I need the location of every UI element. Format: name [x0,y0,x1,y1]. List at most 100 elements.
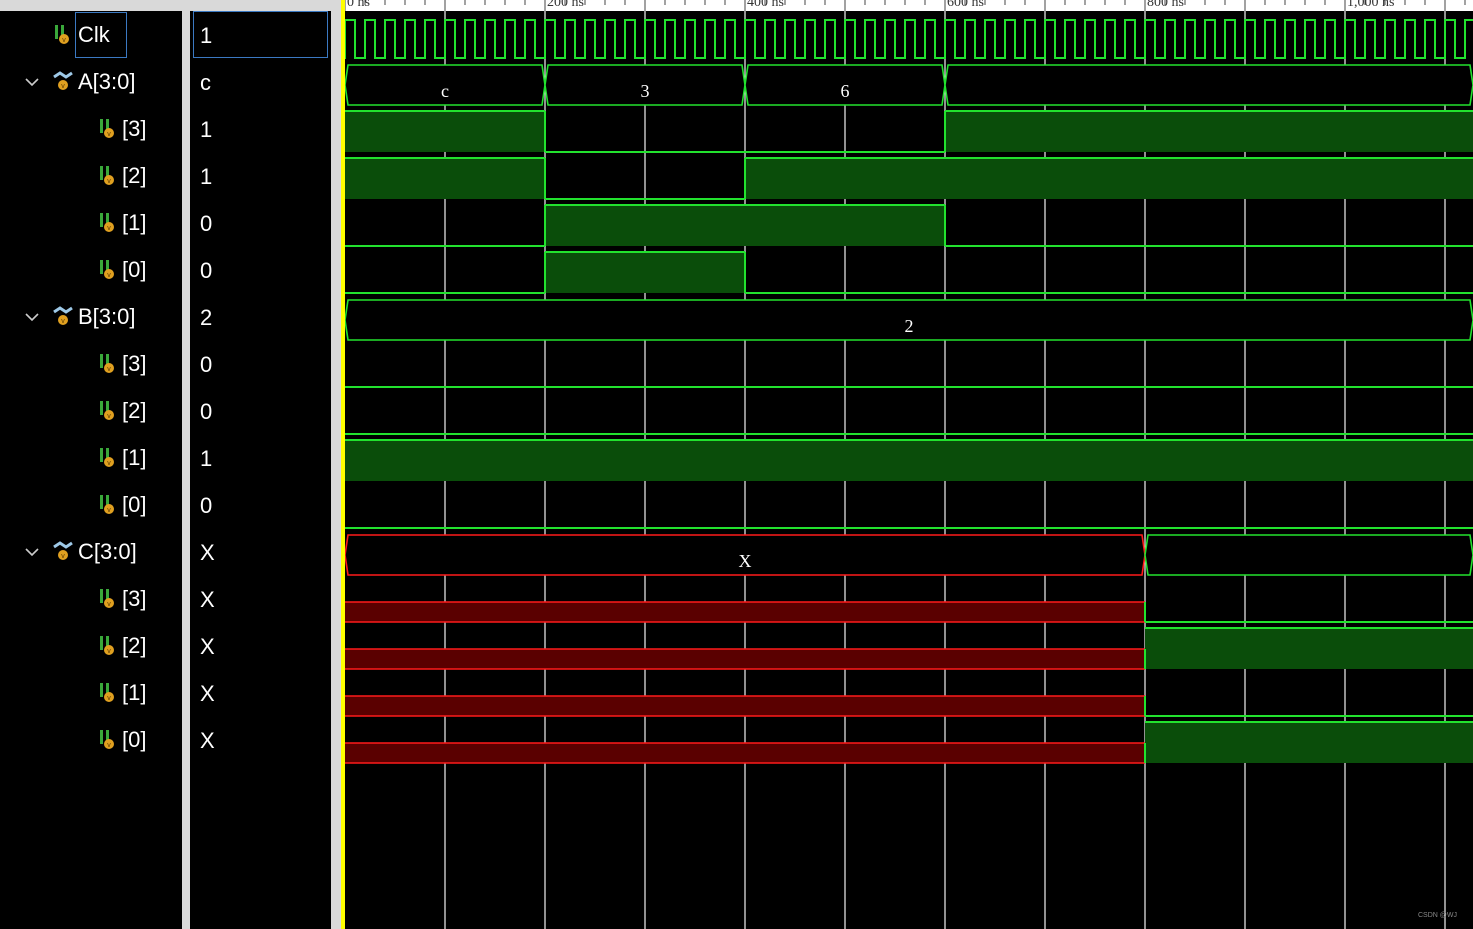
signal-bit-icon: v [100,260,114,279]
b-bit-high-fill [345,440,1473,481]
signal-bit-icon: v [100,448,114,467]
value-panel-divider[interactable] [331,0,341,929]
svg-text:v: v [107,695,111,702]
chevron-down-icon[interactable] [25,545,39,559]
svg-text:v: v [61,318,65,325]
c-bus-segment [1144,534,1473,576]
signal-value: c [200,69,211,95]
signal-value: X [200,633,215,659]
signal-bit-icon: v [100,495,114,514]
signal-row-6[interactable]: v B[3:0] [7,294,182,341]
svg-text:v: v [107,648,111,655]
signal-bit-icon: v [100,730,114,749]
signal-value: 0 [200,210,213,236]
svg-text:v: v [61,553,65,560]
signal-bit-icon: v [100,166,114,185]
signal-name-label: B[3:0] [78,304,136,329]
signal-row-7[interactable]: v [3] [7,341,182,388]
c-bit-high-fill [1145,628,1473,669]
signal-row-14[interactable]: v [1] [7,670,182,717]
chevron-down-icon[interactable] [25,75,39,89]
signal-name-label: [3] [122,586,147,611]
signal-name-panel: v Clk v A[3:0] v [3] v [2] v [1] v [0] v B[3:0] v [3] v [… [7,0,182,929]
signal-value: 2 [200,304,213,330]
signal-name-label: [3] [122,351,147,376]
b-bus-value-label: 2 [905,316,914,336]
signal-bit-icon: v [100,401,114,420]
signal-value: 1 [200,445,213,471]
c-bit-unknown-fill [345,743,1145,763]
signal-name-label: [2] [122,633,147,658]
signal-row-11[interactable]: v C[3:0] [7,529,182,576]
signal-value: 1 [200,163,213,189]
c-bit-unknown-fill [345,649,1145,669]
waveform-canvas[interactable]: 0 ns 200 ns 400 ns 600 ns 800 ns 1,000 ns c 3 6 2… [343,0,1473,929]
signal-bit-icon: v [100,636,114,655]
signal-value: 0 [200,492,213,518]
signal-row-1[interactable]: v A[3:0] [7,59,182,106]
clk-waveform [343,19,1473,59]
a-bit-high-fill [545,205,945,246]
svg-text:v: v [107,742,111,749]
signal-bit-icon: v [100,119,114,138]
svg-text:v: v [107,413,111,420]
a-bus-segment [944,64,1473,106]
signal-value: X [200,680,215,706]
signal-name-label: [3] [122,116,147,141]
signal-name-label: [2] [122,163,147,188]
signal-row-8[interactable]: v [2] [7,388,182,435]
c-bit-unknown-fill [345,602,1145,622]
a-bit-high-fill [945,111,1473,152]
timeline-ruler [343,0,1473,11]
signal-row-4[interactable]: v [1] [7,200,182,247]
a-bit-high-fill [345,158,545,199]
signal-row-12[interactable]: v [3] [7,576,182,623]
bus-icon: v [53,541,73,560]
signal-row-5[interactable]: v [0] [7,247,182,294]
selected-value-highlight [193,11,328,58]
svg-text:v: v [107,460,111,467]
svg-text:v: v [107,178,111,185]
signal-row-3[interactable]: v [2] [7,153,182,200]
signal-bit-icon: v [100,354,114,373]
signal-value: 1 [200,22,213,48]
signal-name-label: [1] [122,445,147,470]
signal-name-label: [0] [122,257,147,282]
signal-name-label: [1] [122,210,147,235]
ruler-label: 200 ns [547,0,584,10]
time-cursor-marker[interactable] [341,0,345,929]
signal-value: 0 [200,398,213,424]
chevron-down-icon[interactable] [25,310,39,324]
c-bit-high-fill [1145,722,1473,763]
ruler-label: 400 ns [747,0,784,10]
svg-text:v: v [62,37,66,44]
signal-row-2[interactable]: v [3] [7,106,182,153]
svg-text:v: v [107,507,111,514]
signal-row-9[interactable]: v [1] [7,435,182,482]
signal-row-0[interactable]: v Clk [7,12,182,59]
signal-name-label: [0] [122,727,147,752]
a-bus-value-label: 3 [641,81,650,101]
svg-text:v: v [107,131,111,138]
signal-value: X [200,727,215,753]
svg-text:v: v [61,83,65,90]
a-bit-high-fill [545,252,745,293]
signal-name-label: Clk [78,22,110,47]
svg-text:v: v [107,225,111,232]
signal-value: X [200,586,215,612]
signal-value: 1 [200,116,213,142]
ruler-label: 1,000 ns [1347,0,1394,10]
a-bus-value-label: 6 [841,81,850,101]
watermark-text: CSDN @WJ [1418,912,1457,919]
ruler-label: 800 ns [1147,0,1184,10]
signal-row-13[interactable]: v [2] [7,623,182,670]
signal-row-15[interactable]: v [0] [7,717,182,764]
signal-value: X [200,539,215,565]
name-panel-divider[interactable] [182,0,190,929]
signal-row-10[interactable]: v [0] [7,482,182,529]
signal-name-label: A[3:0] [78,69,136,94]
a-bit-high-fill [345,111,545,152]
bus-icon: v [53,71,73,90]
signal-name-label: [1] [122,680,147,705]
a-bit-high-fill [745,158,1473,199]
